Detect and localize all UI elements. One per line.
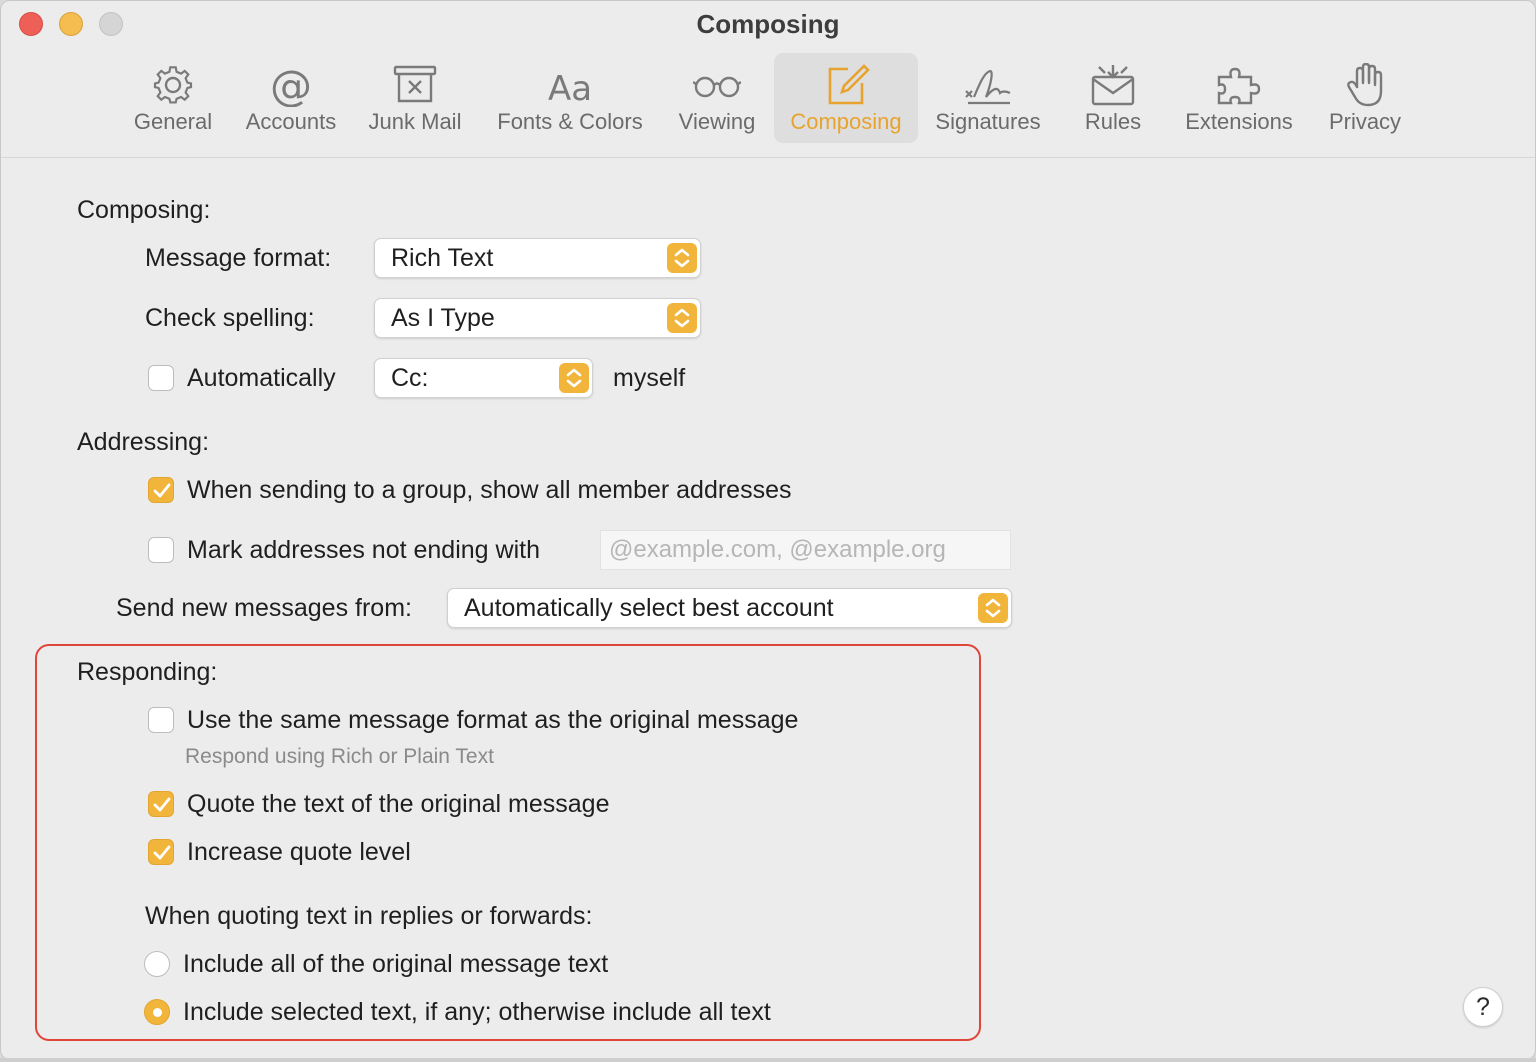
increase-quote-label: Increase quote level [187,838,411,866]
help-button[interactable]: ? [1463,987,1503,1027]
tab-label: Composing [790,109,902,134]
mark-addresses-input[interactable] [601,531,1010,569]
show-group-members-label: When sending to a group, show all member… [187,476,792,504]
same-format-label: Use the same message format as the origi… [187,706,799,734]
include-selected-label: Include selected text, if any; otherwise… [183,998,771,1026]
tab-signatures[interactable]: Signatures [927,53,1049,143]
message-format-label: Message format: [145,244,332,272]
tab-label: Signatures [935,109,1041,134]
fonts-icon: Aa [548,69,592,107]
message-format-value: Rich Text [391,244,494,272]
checkmark-icon [153,845,171,860]
chevron-up-down-icon [559,363,589,393]
tab-general[interactable]: General [125,53,221,143]
at-icon: @ [270,63,312,107]
addressing-section-header: Addressing: [77,428,210,456]
gear-icon [153,66,193,104]
send-from-select[interactable]: Automatically select best account [447,588,1012,628]
title-bar: Composing General @ Accounts Junk Mail A… [1,1,1535,158]
check-spelling-select[interactable]: As I Type [374,298,701,338]
auto-cc-select[interactable]: Cc: [374,358,593,398]
checkmark-icon [153,797,171,812]
tab-label: Rules [1084,109,1142,134]
mark-addresses-checkbox[interactable] [148,537,174,563]
send-from-value: Automatically select best account [464,594,834,622]
same-format-checkbox[interactable] [148,707,174,733]
window-title: Composing [696,9,840,39]
message-format-select[interactable]: Rich Text [374,238,701,278]
responding-section-header: Responding: [77,658,218,686]
same-format-sublabel: Respond using Rich or Plain Text [185,745,494,768]
preferences-content: Composing: Message format: Rich Text Che… [1,158,1535,1059]
increase-quote-checkbox[interactable] [148,839,174,865]
check-spelling-label: Check spelling: [145,304,315,332]
show-group-members-checkbox[interactable] [148,477,174,503]
mark-addresses-label: Mark addresses not ending with [187,536,540,564]
composing-section-header: Composing: [77,196,211,224]
tab-label: Fonts & Colors [497,109,643,134]
tab-label: General [133,109,213,134]
tab-label: Accounts [245,109,337,134]
include-all-radio[interactable] [144,951,170,977]
preferences-window: Composing General @ Accounts Junk Mail A… [0,0,1536,1060]
mark-addresses-domain-field[interactable] [600,530,1011,570]
junk-mail-icon [393,65,437,103]
tab-label: Viewing [678,109,756,134]
tab-viewing[interactable]: Viewing [669,53,765,143]
background-strip [0,1058,1536,1062]
tab-label: Junk Mail [368,109,462,134]
svg-text:Aa: Aa [548,69,592,107]
tab-label: Privacy [1328,109,1402,134]
quote-text-label: Quote the text of the original message [187,790,610,818]
chevron-up-down-icon [978,593,1008,623]
svg-text:@: @ [270,63,312,107]
auto-cc-value: Cc: [391,364,429,392]
hand-icon [1347,63,1383,107]
auto-cc-suffix: myself [613,364,686,392]
tab-accounts[interactable]: @ Accounts [237,53,345,143]
auto-cc-checkbox[interactable] [148,365,174,391]
tab-privacy[interactable]: Privacy [1319,53,1411,143]
compose-icon [828,64,870,105]
responding-highlight-box [35,644,981,1041]
tab-fonts-colors[interactable]: Aa Fonts & Colors [487,53,653,143]
tab-rules[interactable]: Rules [1069,53,1157,143]
tab-composing[interactable]: Composing [774,53,918,143]
tab-label: Extensions [1185,109,1293,134]
tab-extensions[interactable]: Extensions [1175,53,1303,143]
tab-junk-mail[interactable]: Junk Mail [361,53,469,143]
quote-text-checkbox[interactable] [148,791,174,817]
glasses-icon [693,76,741,98]
chevron-up-down-icon [667,303,697,333]
quoting-label: When quoting text in replies or forwards… [145,902,593,930]
checkmark-icon [153,483,171,498]
signature-icon [965,69,1011,105]
auto-cc-label: Automatically [187,364,336,392]
check-spelling-value: As I Type [391,304,495,332]
puzzle-icon [1217,67,1261,105]
send-from-label: Send new messages from: [116,594,412,622]
include-all-label: Include all of the original message text [183,950,609,978]
rules-icon [1091,65,1135,106]
chevron-up-down-icon [667,243,697,273]
include-selected-radio[interactable] [144,999,170,1025]
